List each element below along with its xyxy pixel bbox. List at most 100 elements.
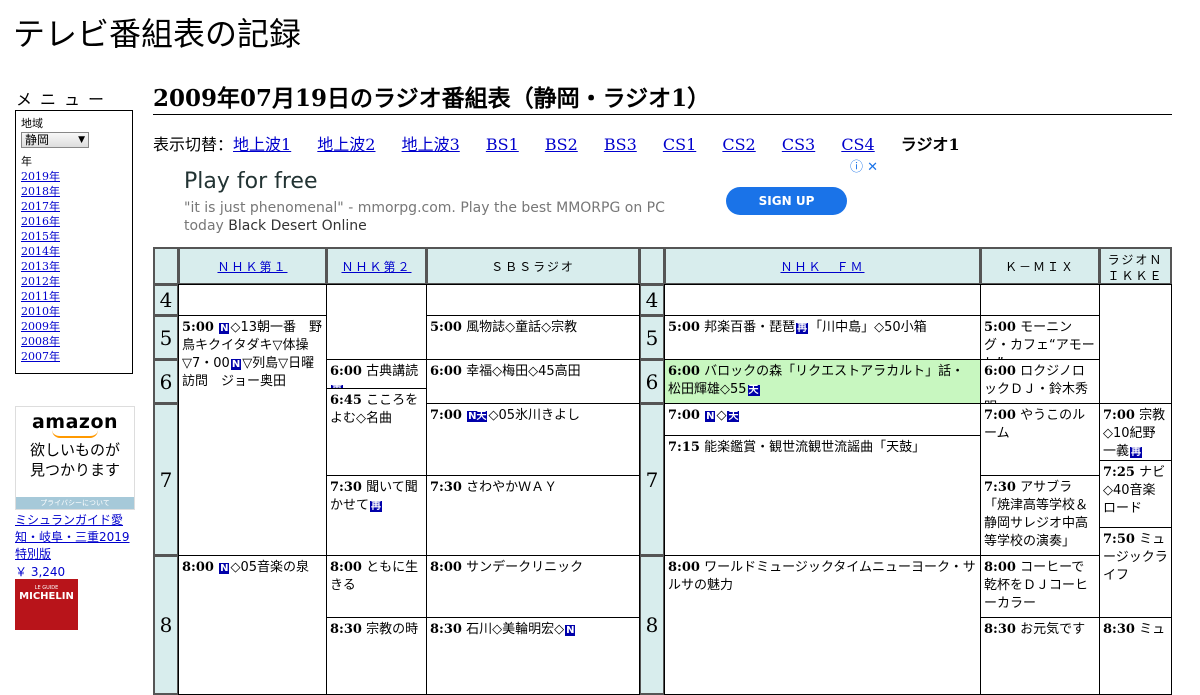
- book-price: ￥ 3,240: [15, 565, 66, 579]
- switch-link-terrestrial-1[interactable]: 地上波1: [233, 135, 291, 154]
- program-title: ◇: [716, 408, 727, 423]
- program-kmix-0500[interactable]: 5:00 モーニング・カフェ“アモーレ”: [980, 315, 1100, 360]
- program-nhk2-0600[interactable]: 6:00 古典講読再: [326, 359, 427, 389]
- program-time: 5:00: [668, 320, 700, 335]
- program-nikkei-0830[interactable]: 8:30 ミュ: [1099, 617, 1172, 695]
- program-nhk2-0730[interactable]: 7:30 聞いて聞かせて再: [326, 475, 427, 556]
- region-label: 地域: [21, 117, 43, 130]
- program-time: 8:00: [330, 560, 362, 575]
- switch-link-bs2[interactable]: BS2: [545, 135, 578, 154]
- region-select[interactable]: 静岡 ▼: [21, 132, 89, 148]
- year-link-2008[interactable]: 2008年: [21, 335, 60, 348]
- channel-link-nhk2[interactable]: ＮＨＫ第２: [341, 260, 411, 274]
- program-title: さわやかＷＡＹ: [466, 480, 558, 495]
- switch-current: ラジオ1: [900, 135, 960, 154]
- program-kmix-0600[interactable]: 6:00 ロクジノロックＤＪ・鈴木秀明: [980, 359, 1100, 404]
- switch-link-cs3[interactable]: CS3: [782, 135, 815, 154]
- program-title: 能楽鑑賞・観世流観世流謡曲「天鼓」: [704, 440, 926, 455]
- ad-banner[interactable]: Play for free "it is just phenomenal" - …: [153, 155, 880, 245]
- program-nhk2-0800[interactable]: 8:00 ともに生きる: [326, 555, 427, 618]
- book-link[interactable]: ミシュランガイド愛知・岐阜・三重2019特別版: [15, 512, 137, 563]
- year-link-2007[interactable]: 2007年: [21, 350, 60, 363]
- channel-header-nhk1: ＮＨＫ第１: [178, 247, 327, 285]
- switch-link-cs4[interactable]: CS4: [841, 135, 874, 154]
- weather-badge: 天: [747, 385, 760, 396]
- program-nikkei-0750[interactable]: 7:50 ミュージックライフ: [1099, 527, 1172, 618]
- program-fm-0700[interactable]: 7:00 N ◇ 天: [664, 403, 981, 436]
- year-link-2009[interactable]: 2009年: [21, 320, 60, 333]
- amazon-logo: amazon: [31, 411, 119, 433]
- switch-link-bs1[interactable]: BS1: [486, 135, 519, 154]
- program-title-cont: 「川中島」◇50小箱: [809, 320, 927, 335]
- weather-badge: 天: [727, 411, 740, 422]
- hour-5-b: 5: [639, 315, 665, 360]
- program-fm-0800[interactable]: 8:00 ワールドミュージックタイムニューヨーク・サルサの魅力: [664, 555, 981, 695]
- hour-4-b: 4: [639, 284, 665, 316]
- year-link-2019[interactable]: 2019年: [21, 170, 60, 183]
- program-nhk1-0800[interactable]: 8:00 N ◇05音楽の泉: [178, 555, 327, 695]
- program-nhk1-0500[interactable]: 5:00 N ◇13朝一番 野鳥キクイタダキ▽体操▽7・00 N ▽列島▽日曜訪問 ジ…: [178, 315, 327, 556]
- amazon-ad[interactable]: amazon 欲しいものが 見つかります プライバシーについて: [15, 406, 135, 510]
- channel-header-kmix: Ｋ－ＭＩＸ: [980, 247, 1100, 285]
- channel-link-nhkfm[interactable]: ＮＨＫ ＦＭ: [780, 260, 864, 274]
- program-time: 6:00: [984, 364, 1016, 379]
- year-link-2018[interactable]: 2018年: [21, 185, 60, 198]
- year-link-2014[interactable]: 2014年: [21, 245, 60, 258]
- year-link-2013[interactable]: 2013年: [21, 260, 60, 273]
- ad-desc-brand: Black Desert Online: [228, 218, 367, 234]
- program-kmix-0830[interactable]: 8:30 お元気です: [980, 617, 1100, 695]
- nhk-news-badge: N: [219, 323, 230, 334]
- program-nikkei-0700[interactable]: 7:00 宗教◇10紀野一義再: [1099, 403, 1172, 461]
- program-time: 7:25: [1103, 465, 1135, 480]
- ad-close-icon[interactable]: ⓘ ✕: [850, 156, 878, 175]
- view-switcher: 表示切替：地上波1 地上波2 地上波3 BS1 BS2 BS3 CS1 CS2 …: [153, 135, 981, 155]
- amazon-privacy-link[interactable]: プライバシーについて: [16, 497, 134, 509]
- year-label: 年: [21, 155, 32, 168]
- program-sbs-0800[interactable]: 8:00 サンデークリニック: [426, 555, 640, 618]
- year-link-2015[interactable]: 2015年: [21, 230, 60, 243]
- program-fm-empty: [664, 284, 981, 316]
- program-nikkei-0725[interactable]: 7:25 ナビ◇40音楽ロード: [1099, 460, 1172, 528]
- program-sbs-0730[interactable]: 7:30 さわやかＷＡＹ: [426, 475, 640, 556]
- book-cover[interactable]: LE GUIDE MICHELIN: [15, 579, 78, 630]
- rerun-badge: 再: [370, 501, 383, 512]
- program-fm-0715[interactable]: 7:15 能楽鑑賞・観世流観世流謡曲「天鼓」: [664, 435, 981, 556]
- channel-header-nikkei: ラジオＮＩＫＫＥＩ: [1099, 247, 1172, 285]
- program-time: 7:00: [984, 408, 1016, 423]
- amazon-tagline-1: 欲しいものが: [29, 441, 120, 459]
- program-nikkei-empty: [1099, 284, 1172, 404]
- program-kmix-empty: [980, 284, 1100, 316]
- channel-link-nhk1[interactable]: ＮＨＫ第１: [217, 260, 287, 274]
- program-nhk2-0830[interactable]: 8:30 宗教の時: [326, 617, 427, 695]
- region-select-value: 静岡: [25, 132, 50, 147]
- program-time: 8:00: [430, 560, 462, 575]
- switch-link-cs2[interactable]: CS2: [722, 135, 755, 154]
- program-time: 5:00: [984, 320, 1016, 335]
- year-list: 2019年 2018年 2017年 2016年 2015年 2014年 2013…: [21, 169, 127, 364]
- program-kmix-0700[interactable]: 7:00 やうこのルーム: [980, 403, 1100, 476]
- program-kmix-0730[interactable]: 7:30 アサブラ「焼津高等学校＆静岡サレジオ中高等学校の演奏」: [980, 475, 1100, 556]
- program-sbs-0600[interactable]: 6:00 幸福◇梅田◇45高田: [426, 359, 640, 404]
- nhk-news-badge: N: [705, 411, 716, 422]
- program-sbs-0830[interactable]: 8:30 石川◇美輪明宏◇ N: [426, 617, 640, 695]
- program-kmix-0800[interactable]: 8:00 コーヒーで乾杯をＤＪコーヒーカラー: [980, 555, 1100, 618]
- year-link-2010[interactable]: 2010年: [21, 305, 60, 318]
- switch-link-cs1[interactable]: CS1: [663, 135, 696, 154]
- rerun-badge: 再: [796, 323, 809, 334]
- program-nhk2-0645[interactable]: 6:45 こころをよむ◇名曲: [326, 388, 427, 476]
- program-sbs-0500[interactable]: 5:00 風物誌◇童話◇宗教: [426, 315, 640, 360]
- program-fm-0600[interactable]: 6:00 バロックの森「リクエストアラカルト」話・松田輝雄◇55 天: [664, 359, 981, 404]
- ad-signup-button[interactable]: SIGN UP: [726, 187, 847, 215]
- program-sbs-0700[interactable]: 7:00 N天 ◇05氷川きよし: [426, 403, 640, 476]
- program-time: 7:15: [668, 440, 700, 455]
- program-fm-0500[interactable]: 5:00 邦楽百番・琵琶再「川中島」◇50小箱: [664, 315, 981, 360]
- switch-link-bs3[interactable]: BS3: [604, 135, 637, 154]
- year-link-2017[interactable]: 2017年: [21, 200, 60, 213]
- switch-link-terrestrial-3[interactable]: 地上波3: [402, 135, 460, 154]
- year-link-2011[interactable]: 2011年: [21, 290, 60, 303]
- switch-link-terrestrial-2[interactable]: 地上波2: [317, 135, 375, 154]
- program-time: 8:00: [182, 560, 214, 575]
- year-link-2016[interactable]: 2016年: [21, 215, 60, 228]
- year-link-2012[interactable]: 2012年: [21, 275, 60, 288]
- program-title: バロックの森「リクエストアラカルト」話・松田輝雄◇55: [668, 364, 965, 397]
